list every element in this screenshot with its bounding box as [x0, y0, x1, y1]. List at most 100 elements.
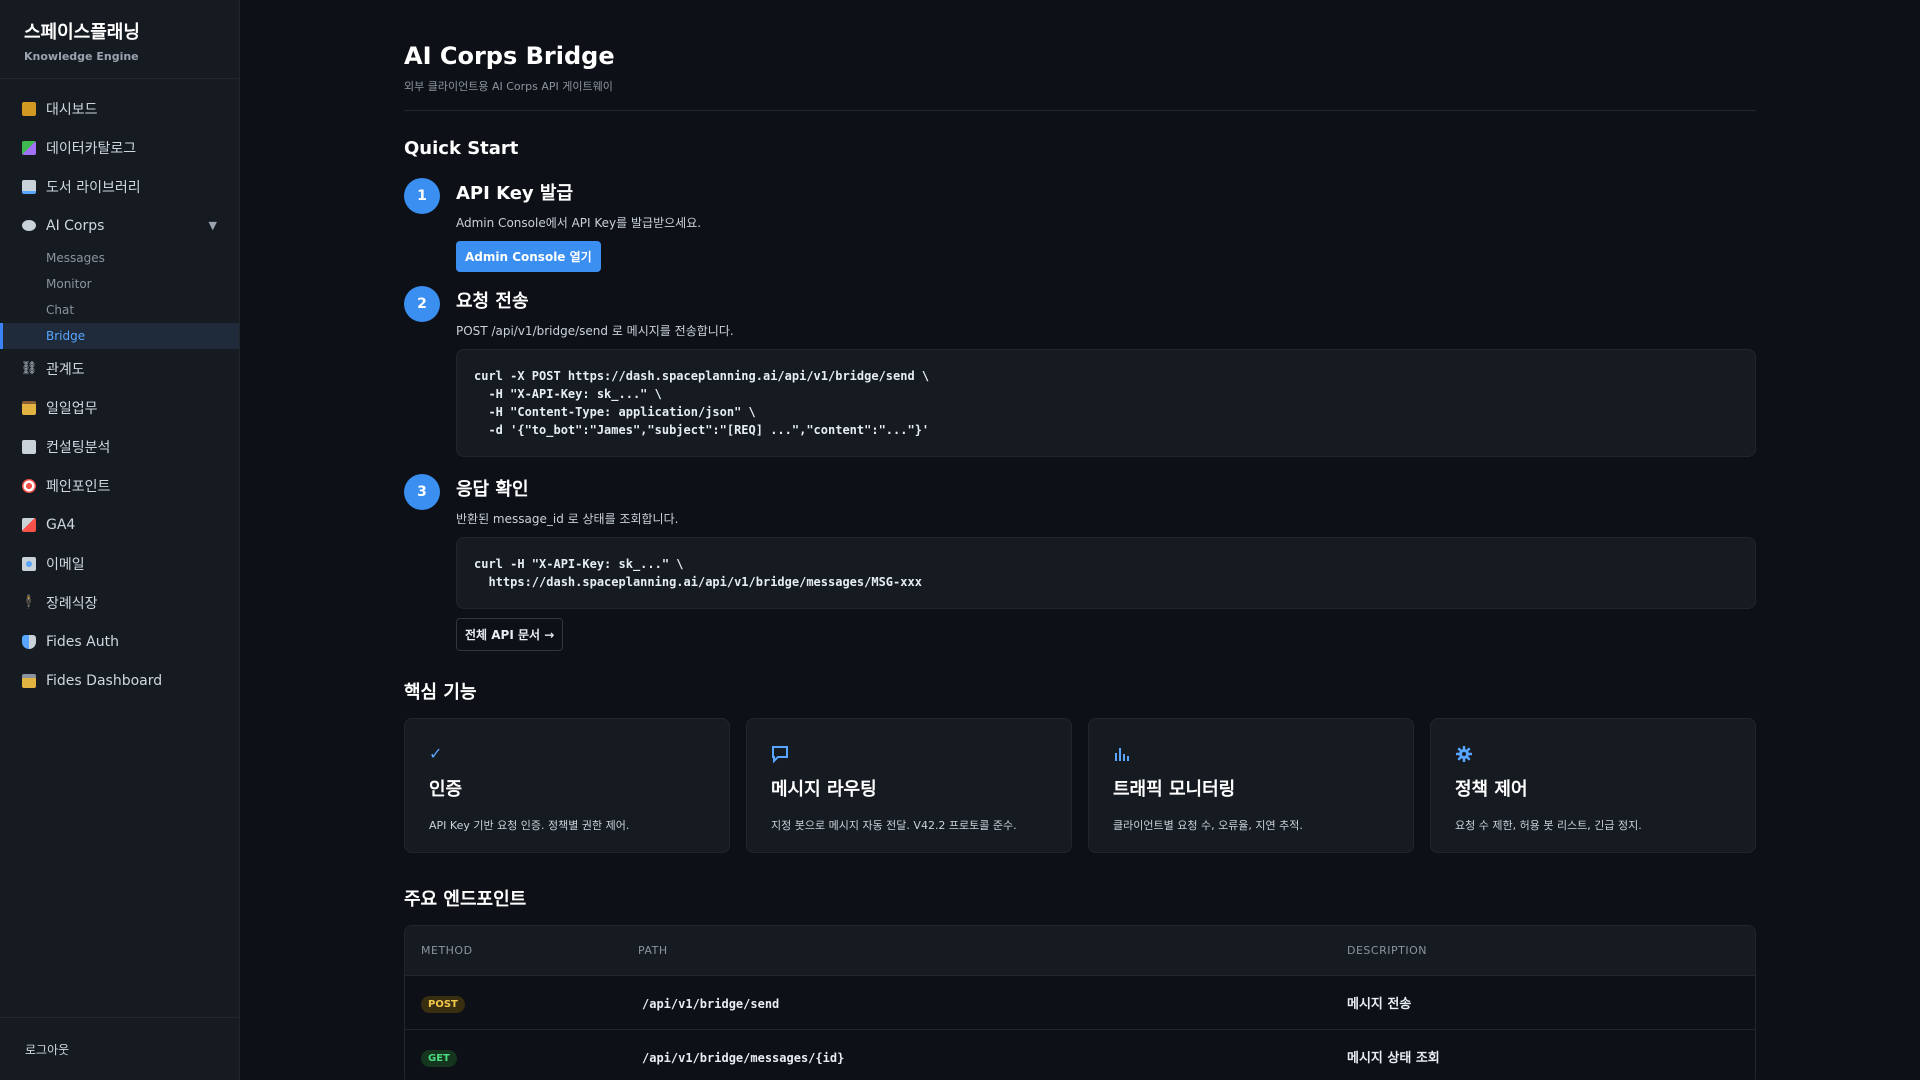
sidebar-item-email[interactable]: 이메일	[0, 544, 239, 583]
quick-start-title: Quick Start	[404, 138, 519, 159]
column-header-path: PATH	[638, 944, 668, 957]
sidebar-item-fides-auth[interactable]: Fides Auth	[0, 622, 239, 661]
step-title: 응답 확인	[456, 479, 529, 500]
feature-title: 정책 제어	[1455, 779, 1528, 800]
endpoints-title: 주요 엔드포인트	[404, 889, 527, 910]
brand-subtitle: Knowledge Engine	[24, 50, 139, 63]
target-icon	[22, 478, 36, 493]
sidebar-subitem-messages[interactable]: Messages	[0, 245, 239, 271]
sidebar-item-label: Fides Dashboard	[46, 672, 163, 689]
brand-title: 스페이스플래닝	[24, 22, 140, 43]
bar-chart-icon	[1113, 745, 1389, 763]
sidebar-item-daily-tasks[interactable]: 일일업무	[0, 388, 239, 427]
method-badge: POST	[421, 996, 465, 1013]
step-title: API Key 발급	[456, 183, 574, 204]
method-badge: GET	[421, 1050, 457, 1067]
sidebar-item-label: 이메일	[46, 556, 85, 573]
message-icon	[771, 745, 1047, 764]
chevron-down-icon[interactable]: ▼	[209, 219, 217, 232]
table-row[interactable]: POST /api/v1/bridge/send 메시지 전송	[405, 976, 1755, 1030]
sidebar-item-label: 관계도	[46, 361, 85, 378]
step-description: 반환된 message_id 로 상태를 조회합니다.	[456, 512, 679, 526]
api-docs-button[interactable]: 전체 API 문서 →	[456, 618, 564, 651]
step-number: 2	[404, 286, 440, 322]
analytics-icon	[22, 517, 36, 532]
step-title: 요청 전송	[456, 291, 529, 312]
page-title: AI Corps Bridge	[404, 42, 615, 70]
sidebar-subitem-chat[interactable]: Chat	[0, 297, 239, 323]
sidebar-item-ga4[interactable]: GA4	[0, 505, 239, 544]
shield-icon	[22, 634, 36, 649]
brand: 스페이스플래닝 Knowledge Engine	[0, 0, 239, 79]
catalog-icon	[22, 140, 36, 155]
sidebar-item-label: 장례식장	[46, 595, 98, 612]
check-icon: ✓	[429, 744, 443, 763]
feature-card: 메시지 라우팅 지정 봇으로 메시지 자동 전달. V42.2 프로토콜 준수.	[746, 718, 1072, 853]
endpoint-description: 메시지 상태 조회	[1347, 1051, 1440, 1066]
endpoint-description: 메시지 전송	[1347, 997, 1412, 1012]
sidebar-item-label: 대시보드	[46, 101, 98, 118]
code-block-send[interactable]: curl -X POST https://dash.spaceplanning.…	[456, 349, 1756, 457]
trend-chart-icon	[22, 439, 36, 454]
sidebar-subitem-monitor[interactable]: Monitor	[0, 271, 239, 297]
sidebar-item-book-library[interactable]: 도서 라이브러리	[0, 167, 239, 206]
sidebar-item-label: 일일업무	[46, 400, 98, 417]
sidebar-subitem-bridge[interactable]: Bridge	[0, 323, 239, 349]
page-subtitle: 외부 클라이언트용 AI Corps API 게이트웨이	[404, 80, 613, 93]
sidebar-item-data-catalog[interactable]: 데이터카탈로그	[0, 128, 239, 167]
step-2: 2 요청 전송 POST /api/v1/bridge/send 로 메시지를 …	[404, 286, 1756, 457]
sidebar-item-label: 도서 라이브러리	[46, 179, 141, 196]
feature-title: 트래픽 모니터링	[1113, 779, 1236, 800]
gear-icon	[1455, 745, 1731, 763]
feature-title: 인증	[429, 779, 463, 800]
speech-bubble-icon	[22, 220, 36, 231]
feature-description: 클라이언트별 요청 수, 오류율, 지연 추적.	[1113, 819, 1303, 832]
code-block-status[interactable]: curl -H "X-API-Key: sk_..." \ https://da…	[456, 537, 1756, 609]
email-icon	[22, 556, 36, 571]
person-icon: 🕴	[20, 595, 38, 610]
endpoints-table: METHOD PATH DESCRIPTION POST /api/v1/bri…	[404, 925, 1756, 1080]
sidebar-item-consulting-analysis[interactable]: 컨설팅분석	[0, 427, 239, 466]
sidebar-item-label: Fides Auth	[46, 633, 119, 650]
step-number: 3	[404, 474, 440, 510]
sidebar-nav: 대시보드 데이터카탈로그 도서 라이브러리 AI Corps ▼ Message…	[0, 79, 239, 700]
sidebar-item-relationship-map[interactable]: ⛓ 관계도	[0, 349, 239, 388]
sidebar-item-label: AI Corps	[46, 217, 105, 234]
clipboard-icon	[22, 400, 36, 415]
feature-description: 요청 수 제한, 허용 봇 리스트, 긴급 정지.	[1455, 819, 1642, 832]
logout-button[interactable]: 로그아웃	[0, 1017, 239, 1080]
sidebar-item-label: 데이터카탈로그	[46, 140, 137, 157]
feature-card: ✓ 인증 API Key 기반 요청 인증. 정책별 권한 제어.	[404, 718, 730, 853]
features-grid: ✓ 인증 API Key 기반 요청 인증. 정책별 권한 제어. 메시지 라우…	[404, 718, 1756, 853]
feature-description: 지정 봇으로 메시지 자동 전달. V42.2 프로토콜 준수.	[771, 819, 1017, 832]
sidebar-item-fides-dashboard[interactable]: Fides Dashboard	[0, 661, 239, 700]
column-header-description: DESCRIPTION	[1347, 944, 1427, 957]
table-header: METHOD PATH DESCRIPTION	[405, 926, 1755, 976]
table-row[interactable]: GET /api/v1/bridge/messages/{id} 메시지 상태 …	[405, 1030, 1755, 1080]
divider	[404, 110, 1756, 111]
sidebar-item-label: 컨설팅분석	[46, 439, 111, 456]
admin-console-button[interactable]: Admin Console 열기	[456, 241, 601, 272]
sidebar-item-ai-corps[interactable]: AI Corps ▼	[0, 206, 239, 245]
step-description: Admin Console에서 API Key를 발급받으세요.	[456, 216, 702, 230]
step-description: POST /api/v1/bridge/send 로 메시지를 전송합니다.	[456, 324, 734, 338]
endpoint-path: /api/v1/bridge/messages/{id}	[642, 1051, 845, 1065]
feature-title: 메시지 라우팅	[771, 779, 877, 800]
endpoint-path: /api/v1/bridge/send	[642, 997, 780, 1011]
sidebar-item-label: GA4	[46, 516, 76, 533]
book-icon	[22, 179, 36, 194]
sidebar-item-dashboard[interactable]: 대시보드	[0, 89, 239, 128]
link-icon: ⛓	[20, 361, 38, 376]
sidebar-item-label: 페인포인트	[46, 478, 111, 495]
feature-card: 트래픽 모니터링 클라이언트별 요청 수, 오류율, 지연 추적.	[1088, 718, 1414, 853]
step-number: 1	[404, 178, 440, 214]
main-content: AI Corps Bridge 외부 클라이언트용 AI Corps API 게…	[404, 0, 1756, 1080]
sidebar-item-funeral-hall[interactable]: 🕴 장례식장	[0, 583, 239, 622]
sidebar-item-pain-points[interactable]: 페인포인트	[0, 466, 239, 505]
lock-icon	[22, 673, 36, 688]
feature-description: API Key 기반 요청 인증. 정책별 권한 제어.	[429, 819, 630, 832]
step-1: 1 API Key 발급 Admin Console에서 API Key를 발급…	[404, 178, 1756, 272]
feature-card: 정책 제어 요청 수 제한, 허용 봇 리스트, 긴급 정지.	[1430, 718, 1756, 853]
column-header-method: METHOD	[421, 944, 473, 957]
chart-icon	[22, 101, 36, 116]
